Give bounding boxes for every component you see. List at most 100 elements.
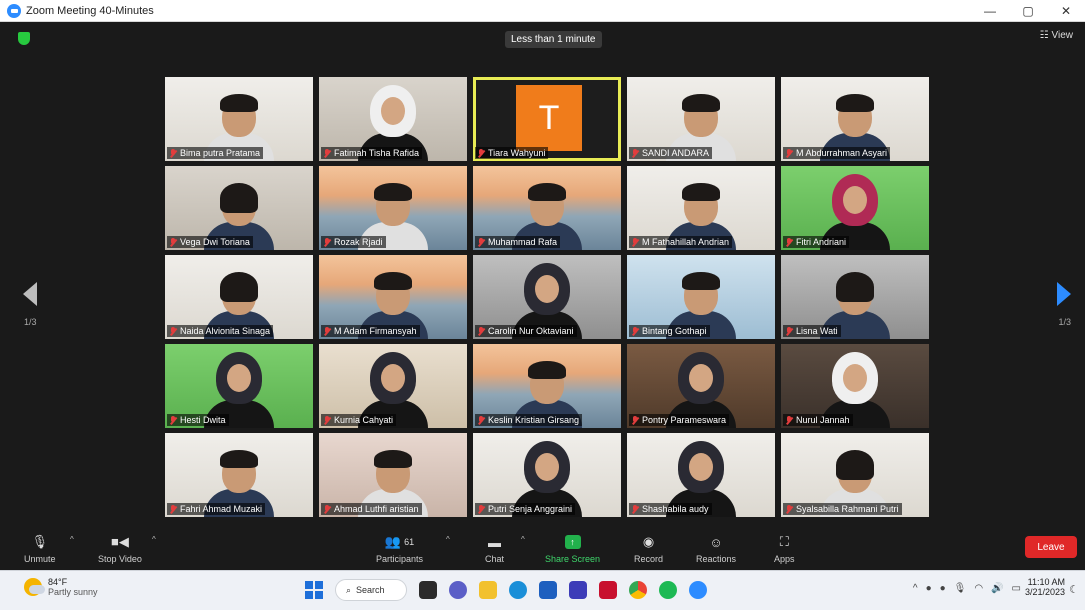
participant-tile[interactable]: Ahmad Luthfi aristian bbox=[319, 433, 467, 517]
participant-name-tag: Hesti Dwita bbox=[167, 414, 229, 426]
leave-button[interactable]: Leave bbox=[1025, 536, 1077, 558]
participant-tile[interactable]: Hesti Dwita bbox=[165, 344, 313, 428]
participant-tile[interactable]: Bintang Gothapi bbox=[627, 255, 775, 339]
participant-name-tag: Vega Dwi Toriana bbox=[167, 236, 253, 248]
participant-name-tag: Syalsabilla Rahmani Putri bbox=[783, 503, 902, 515]
participant-tile[interactable]: Keslin Kristian Girsang bbox=[473, 344, 621, 428]
participant-name-tag: Ahmad Luthfi aristian bbox=[321, 503, 422, 515]
zoom-logo-icon bbox=[7, 3, 21, 18]
mcafee-icon[interactable] bbox=[599, 581, 617, 599]
stop-video-button[interactable]: ■◀ Stop Video bbox=[98, 533, 142, 564]
participant-tile[interactable]: M Fathahillah Andrian bbox=[627, 166, 775, 250]
app-purple-icon[interactable] bbox=[569, 581, 587, 599]
file-explorer-icon[interactable] bbox=[479, 581, 497, 599]
mic-muted-icon bbox=[169, 326, 177, 336]
participant-tile[interactable]: Bima putra Pratama bbox=[165, 77, 313, 161]
microphone-icon[interactable]: 🎙 bbox=[954, 583, 967, 594]
battery-icon[interactable]: ▭ bbox=[1012, 583, 1021, 594]
participant-name: Fitri Andriani bbox=[796, 237, 847, 247]
zoom-taskbar-icon[interactable] bbox=[689, 581, 707, 599]
maximize-button[interactable]: ▢ bbox=[1009, 0, 1047, 22]
participant-tile[interactable]: Shashabila audy bbox=[627, 433, 775, 517]
unmute-button[interactable]: 🎙 Unmute bbox=[24, 533, 56, 564]
close-button[interactable]: ✕ bbox=[1047, 0, 1085, 22]
spotify-icon[interactable] bbox=[659, 581, 677, 599]
chat-caret-icon[interactable]: ^ bbox=[521, 535, 525, 544]
taskbar-clock[interactable]: 11:10 AM 3/21/2023 bbox=[1025, 577, 1065, 597]
chrome-icon[interactable] bbox=[629, 581, 647, 599]
mic-muted-icon bbox=[631, 415, 639, 425]
participant-tile[interactable]: Fitri Andriani bbox=[781, 166, 929, 250]
page-indicator-right: 1/3 bbox=[1058, 317, 1071, 327]
participant-name-tag: Pontry Parameswara bbox=[629, 414, 730, 426]
participant-name-tag: Shashabila audy bbox=[629, 503, 712, 515]
participant-tile[interactable]: Muhammad Rafa bbox=[473, 166, 621, 250]
page-indicator-left: 1/3 bbox=[24, 317, 37, 327]
participant-tile[interactable]: SANDI ANDARA bbox=[627, 77, 775, 161]
participant-tile[interactable]: Fahri Ahmad Muzaki bbox=[165, 433, 313, 517]
participant-tile[interactable]: Nurul Jannah bbox=[781, 344, 929, 428]
weather-widget[interactable]: 84°F Partly sunny bbox=[24, 577, 98, 597]
minimize-button[interactable]: — bbox=[971, 0, 1009, 22]
wifi-icon[interactable]: ◠ bbox=[974, 583, 983, 594]
participant-name-tag: Putri Senja Anggraini bbox=[475, 503, 576, 515]
participant-tile[interactable]: Naida Alvionita Sinaga bbox=[165, 255, 313, 339]
participant-tile[interactable]: Syalsabilla Rahmani Putri bbox=[781, 433, 929, 517]
participant-tile[interactable]: Lisna Wati bbox=[781, 255, 929, 339]
security-shield-icon[interactable] bbox=[18, 32, 30, 45]
participant-tile[interactable]: Fatimah Tisha Rafida bbox=[319, 77, 467, 161]
participant-tile[interactable]: M Adam Firmansyah bbox=[319, 255, 467, 339]
participant-tile[interactable]: M Abdurrahman Asyari bbox=[781, 77, 929, 161]
notification-icon[interactable]: ☾ bbox=[1069, 583, 1079, 596]
participant-tile[interactable]: Rozak Rjadi bbox=[319, 166, 467, 250]
share-screen-button[interactable]: ↑ Share Screen bbox=[545, 533, 600, 564]
edge-browser-icon[interactable] bbox=[509, 581, 527, 599]
participant-name: M Fathahillah Andrian bbox=[642, 237, 730, 247]
participant-name: Fahri Ahmad Muzaki bbox=[180, 504, 263, 514]
participant-name-tag: Naida Alvionita Sinaga bbox=[167, 325, 274, 337]
previous-page-arrow-icon[interactable] bbox=[23, 282, 37, 306]
chevron-up-icon[interactable]: ^ bbox=[913, 583, 918, 594]
mic-muted-icon bbox=[477, 326, 485, 336]
windows-start-icon[interactable] bbox=[305, 581, 323, 599]
participant-name-tag: M Fathahillah Andrian bbox=[629, 236, 733, 248]
meeting-timer: Less than 1 minute bbox=[505, 31, 602, 48]
apps-button[interactable]: ⛶ Apps bbox=[774, 533, 795, 564]
participant-tile[interactable]: Carolin Nur Oktaviani bbox=[473, 255, 621, 339]
reactions-button[interactable]: ☺ Reactions bbox=[696, 533, 736, 565]
tray-app-icon[interactable]: ● bbox=[926, 583, 932, 594]
mic-muted-icon bbox=[169, 504, 177, 514]
reactions-smiley-icon: ☺ bbox=[709, 534, 723, 550]
teams-chat-icon[interactable] bbox=[449, 581, 467, 599]
clock-date: 3/21/2023 bbox=[1024, 587, 1065, 597]
clock-time: 11:10 AM bbox=[1027, 577, 1065, 587]
chat-button[interactable]: ▬ Chat bbox=[485, 533, 504, 565]
participant-name-tag: Fatimah Tisha Rafida bbox=[321, 147, 423, 159]
apps-icon: ⛶ bbox=[779, 534, 789, 549]
participant-tile[interactable]: Vega Dwi Toriana bbox=[165, 166, 313, 250]
taskbar-search[interactable]: ⌕ Search bbox=[335, 579, 407, 601]
participant-tile[interactable]: Kurnia Cahyati bbox=[319, 344, 467, 428]
participant-name-tag: Carolin Nur Oktaviani bbox=[475, 325, 577, 337]
temperature: 84°F bbox=[48, 577, 68, 587]
participant-tile[interactable]: Putri Senja Anggraini bbox=[473, 433, 621, 517]
participant-tile[interactable]: T Tiara Wahyuni bbox=[473, 77, 621, 161]
participant-tile[interactable]: Pontry Parameswara bbox=[627, 344, 775, 428]
participants-button[interactable]: 👥 61 Participants bbox=[376, 533, 423, 564]
audio-options-caret-icon[interactable]: ^ bbox=[70, 535, 74, 544]
record-button[interactable]: ◉ Record bbox=[634, 533, 663, 564]
microsoft-store-icon[interactable] bbox=[539, 581, 557, 599]
participants-caret-icon[interactable]: ^ bbox=[446, 535, 450, 544]
record-label: Record bbox=[634, 554, 664, 564]
next-page-arrow-icon[interactable] bbox=[1057, 282, 1071, 306]
gallery-grid: Bima putra Pratama Fatimah Tisha Rafida T T… bbox=[165, 77, 929, 517]
task-view-icon[interactable] bbox=[419, 581, 437, 599]
view-button[interactable]: ☷ View bbox=[1040, 30, 1073, 41]
record-icon: ◉ bbox=[642, 534, 655, 549]
video-options-caret-icon[interactable]: ^ bbox=[152, 535, 156, 544]
participant-name: Muhammad Rafa bbox=[488, 237, 558, 247]
participant-name: Vega Dwi Toriana bbox=[180, 237, 250, 247]
partly-sunny-icon bbox=[24, 578, 45, 596]
tray-app-icon[interactable]: ● bbox=[940, 583, 946, 594]
volume-icon[interactable]: 🔊 bbox=[991, 583, 1003, 594]
